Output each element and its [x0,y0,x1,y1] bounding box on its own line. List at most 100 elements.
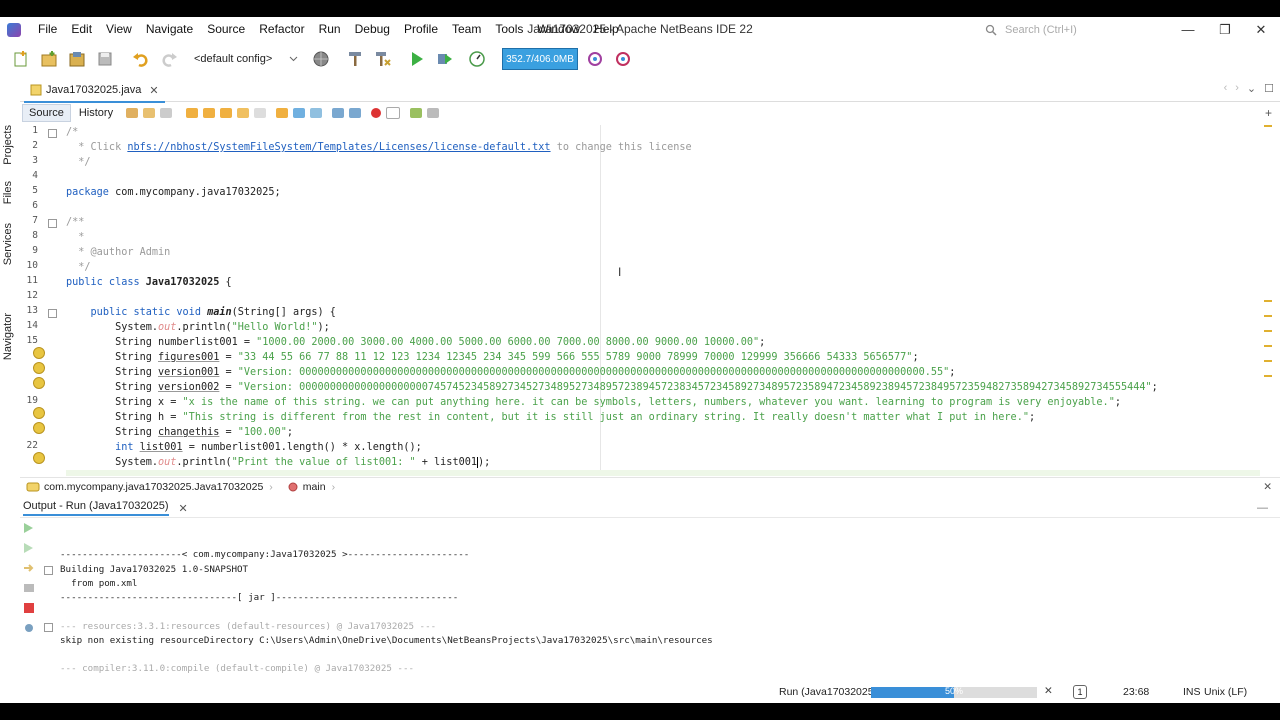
cancel-task-button[interactable]: ✕ [1044,685,1053,697]
files-tab[interactable]: Files [2,181,14,204]
shift-left-icon[interactable] [332,107,345,118]
close-window-button[interactable]: ✕ [1243,17,1279,42]
breadcrumb-class[interactable]: com.mycompany.java17032025.Java17032025 … [26,481,273,493]
stripe-mark[interactable] [1264,375,1272,377]
stripe-mark[interactable] [1264,125,1272,127]
find-next-icon[interactable] [220,107,233,118]
minimize-button[interactable]: — [1170,17,1206,42]
menu-tools[interactable]: Tools [488,17,530,42]
menu-window[interactable]: Window [530,17,587,42]
menu-debug[interactable]: Debug [348,17,397,42]
last-edit-icon[interactable] [126,107,139,118]
save-all-button[interactable] [94,48,116,70]
projects-tab[interactable]: Projects [2,125,14,165]
fold-toggle-icon[interactable] [48,219,57,228]
record-macro-icon[interactable] [371,107,382,118]
rerun-icon[interactable] [23,522,35,533]
hint-bulb-icon[interactable] [33,407,45,419]
menu-team[interactable]: Team [445,17,488,42]
build-button[interactable] [344,48,366,70]
tab-java17032025[interactable]: Java17032025.java ✕ [24,79,165,103]
clean-build-button[interactable] [372,48,394,70]
menu-view[interactable]: View [99,17,139,42]
stripe-mark[interactable] [1264,300,1272,302]
menu-profile[interactable]: Profile [397,17,445,42]
stop-icon[interactable] [23,602,35,613]
redo-button[interactable] [158,48,180,70]
breadcrumb-method[interactable]: main › [287,481,335,493]
navigator-tab[interactable]: Navigator [2,313,14,360]
stop-macro-icon[interactable] [386,106,401,119]
close-breadcrumb-icon[interactable]: ✕ [1263,481,1272,493]
menu-run[interactable]: Run [312,17,348,42]
resume-icon[interactable] [23,562,35,573]
history-tab[interactable]: History [71,105,121,121]
find-prev-icon[interactable] [203,107,216,118]
chevron-right-icon[interactable]: › [1235,82,1239,95]
minimize-panel-icon[interactable]: — [1257,502,1268,514]
uncomment-icon[interactable] [427,107,440,118]
hint-bulb-icon[interactable] [33,347,45,359]
menu-navigate[interactable]: Navigate [139,17,200,42]
services-tab[interactable]: Services [2,223,14,265]
prev-bookmark-icon[interactable] [276,107,289,118]
output-console[interactable]: ----------------------< com.mycompany:Ja… [20,520,1260,680]
output-close-button[interactable]: ✕ [179,502,188,515]
comment-icon[interactable] [410,107,423,118]
run-button[interactable] [406,48,428,70]
settings-icon[interactable] [23,582,35,593]
tab-list-icon[interactable]: ⌄ [1247,82,1256,95]
globe-button[interactable] [310,48,332,70]
add-icon[interactable]: + [1265,106,1272,120]
stripe-mark[interactable] [1264,360,1272,362]
menu-source[interactable]: Source [200,17,252,42]
new-project-button[interactable] [38,48,60,70]
maximize-icon[interactable]: ☐ [1264,82,1274,95]
stripe-mark[interactable] [1264,330,1272,332]
rerun-different-icon[interactable] [23,542,35,553]
chevron-left-icon[interactable]: ‹ [1224,82,1228,95]
toggle-highlight-icon[interactable] [237,107,250,118]
next-bookmark-icon[interactable] [293,107,306,118]
config-select[interactable]: <default config> [192,49,300,69]
line-ending[interactable]: Unix (LF) [1204,686,1247,698]
output-tab-title[interactable]: Output - Run (Java17032025) [23,500,169,516]
stripe-mark[interactable] [1264,345,1272,347]
toggle-bookmark-icon[interactable] [310,107,323,118]
code-editor[interactable]: 1 2 3 4 5 6 7 8 9 10 11 12 13 14 15 19 2… [20,125,1260,476]
hint-bulb-icon[interactable] [33,377,45,389]
search-field[interactable]: Search (Ctrl+I) [985,21,1155,38]
gc-stats-button[interactable] [612,48,634,70]
tab-close-button[interactable]: ✕ [149,84,158,97]
fold-toggle-icon[interactable] [48,129,57,138]
license-link[interactable]: nbfs://nbhost/SystemFileSystem/Templates… [127,142,550,153]
find-icon[interactable] [186,107,199,118]
gc-button[interactable] [584,48,606,70]
new-file-button[interactable] [10,48,32,70]
hint-bulb-icon[interactable] [33,452,45,464]
toggle-rect-select-icon[interactable] [254,107,267,118]
hint-bulb-icon[interactable] [33,422,45,434]
menu-refactor[interactable]: Refactor [252,17,311,42]
notifications-icon[interactable]: 1 [1073,685,1087,699]
forward-icon[interactable] [160,107,173,118]
fold-toggle-icon[interactable] [48,309,57,318]
back-icon[interactable] [143,107,156,118]
source-tab[interactable]: Source [22,103,71,122]
open-project-button[interactable] [66,48,88,70]
hint-bulb-icon[interactable] [33,362,45,374]
output-fold-icon[interactable] [44,623,53,632]
status-task[interactable]: Run (Java17032025) [779,686,877,698]
output-fold-icon[interactable] [44,566,53,575]
wrench-icon[interactable] [23,622,35,633]
debug-button[interactable] [434,48,456,70]
memory-indicator[interactable]: 352.7/406.0MB [502,48,578,70]
menu-help[interactable]: Help [587,17,626,42]
profile-button[interactable] [466,48,488,70]
stripe-mark[interactable] [1264,315,1272,317]
menu-file[interactable]: File [31,17,64,42]
undo-button[interactable] [130,48,152,70]
restore-button[interactable]: ❐ [1207,17,1243,42]
shift-right-icon[interactable] [349,107,362,118]
menu-edit[interactable]: Edit [64,17,99,42]
